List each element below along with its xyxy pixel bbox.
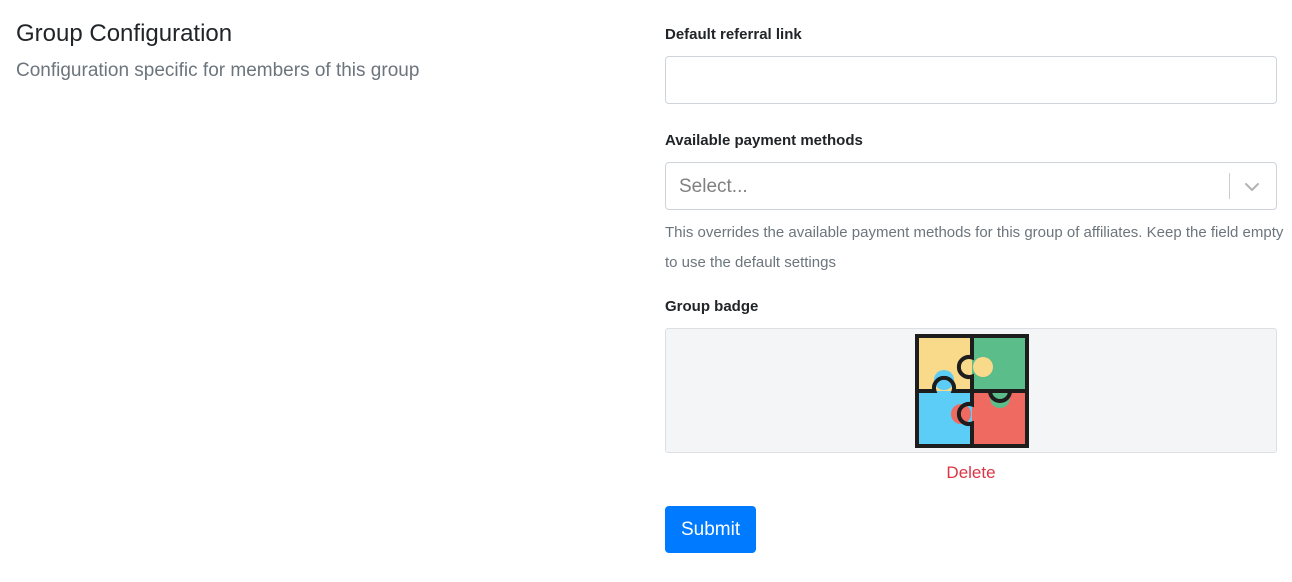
- select-placeholder: Select...: [679, 176, 748, 197]
- payment-methods-group: Available payment methods Select... This…: [665, 130, 1283, 278]
- payment-methods-select[interactable]: Select...: [665, 162, 1277, 210]
- group-configuration-page: Group Configuration Configuration specif…: [0, 0, 1292, 582]
- submit-button[interactable]: Submit: [665, 506, 757, 553]
- payment-methods-label: Available payment methods: [665, 132, 863, 149]
- referral-link-label: Default referral link: [665, 26, 802, 43]
- select-separator: [1229, 173, 1230, 199]
- section-description: Configuration specific for members of th…: [16, 60, 420, 81]
- referral-link-group: Default referral link: [665, 24, 1277, 104]
- referral-link-input[interactable]: [665, 56, 1277, 104]
- puzzle-icon: [915, 334, 1029, 448]
- chevron-down-icon[interactable]: [1242, 177, 1262, 197]
- delete-badge-link[interactable]: Delete: [665, 462, 1277, 484]
- group-badge-group: Group badge Delete: [665, 296, 1277, 484]
- page-title: Group Configuration: [16, 20, 233, 47]
- configuration-form: Default referral link Available payment …: [665, 24, 1283, 553]
- badge-preview[interactable]: [665, 328, 1277, 453]
- section-header: Group Configuration Configuration specif…: [16, 18, 616, 84]
- group-badge-label: Group badge: [665, 298, 759, 315]
- payment-methods-help: This overrides the available payment met…: [665, 224, 1284, 271]
